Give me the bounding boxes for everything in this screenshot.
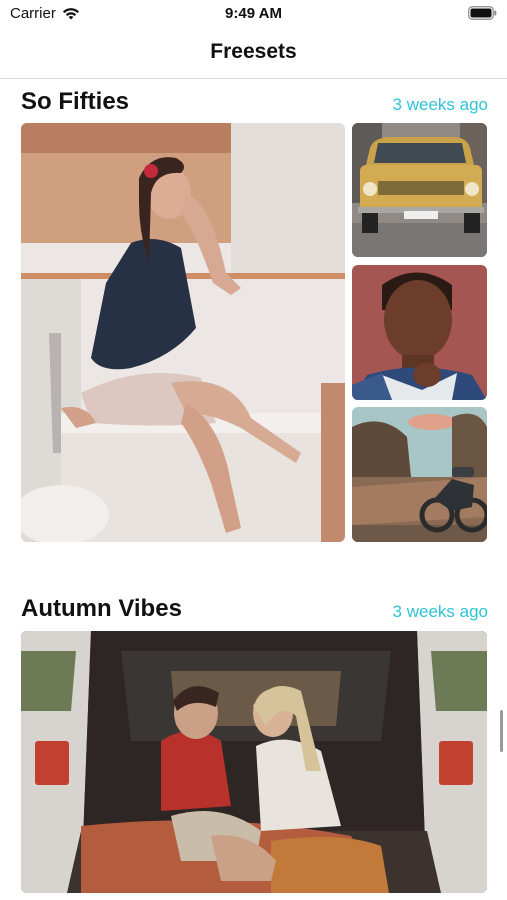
section-header: Autumn Vibes 3 weeks ago [21,591,488,625]
section-timestamp: 3 weeks ago [392,95,488,114]
status-bar: Carrier 9:49 AM [0,0,507,30]
main-photo-woman-on-bathtub[interactable] [21,123,345,542]
battery-icon [468,6,497,20]
main-photo-couple-in-car-trunk[interactable] [21,631,487,893]
section-title: Autumn Vibes [21,595,182,622]
thumb-yellow-car[interactable] [352,123,487,257]
scroll-indicator[interactable] [500,710,503,752]
section-header: So Fifties 3 weeks ago [21,84,488,118]
presets-feed[interactable]: So Fifties 3 weeks ago Autumn Vibes 3 we… [0,80,507,900]
page-title: Freesets [210,40,297,63]
navigation-bar: Freesets [0,30,507,79]
thumb-motorcycle[interactable] [352,407,487,542]
section-title: So Fifties [21,88,130,115]
clock: 9:49 AM [225,5,282,22]
thumb-portrait[interactable] [352,265,487,400]
section-timestamp: 3 weeks ago [392,602,488,621]
